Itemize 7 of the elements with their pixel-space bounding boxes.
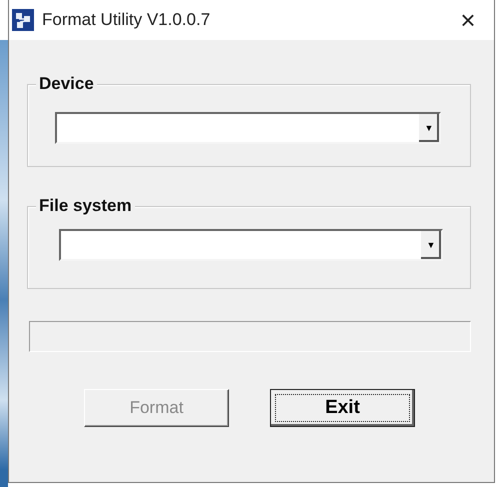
exit-button[interactable]: Exit xyxy=(270,389,415,427)
close-button[interactable]: × xyxy=(448,4,488,36)
window-title: Format Utility V1.0.0.7 xyxy=(42,10,212,30)
dropdown[interactable]: ▼ xyxy=(55,112,441,144)
dropdown[interactable]: ▼ xyxy=(59,229,443,261)
app-logo-icon xyxy=(12,9,34,31)
group-label: File system xyxy=(36,196,135,216)
